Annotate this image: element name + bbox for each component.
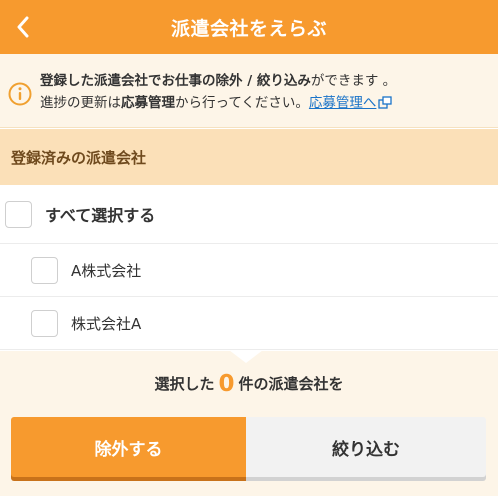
- notice-text-2: 進捗の更新は: [40, 95, 121, 111]
- exclude-button[interactable]: 除外する: [11, 417, 246, 477]
- summary-prefix: 選択した: [154, 375, 215, 393]
- list-item[interactable]: A株式会社: [0, 244, 498, 297]
- action-footer: 選択した 0 件の派遣会社を 除外する 絞り込む: [0, 350, 498, 496]
- selection-summary: 選択した 0 件の派遣会社を: [0, 371, 498, 397]
- info-icon: [8, 82, 32, 106]
- notice-line-1: 登録した派遣会社でお仕事の除外 / 絞り込みができます 。: [40, 70, 488, 92]
- selected-count: 0: [218, 371, 235, 397]
- company-checkbox[interactable]: [31, 309, 58, 337]
- summary-suffix: 件の派遣会社を: [238, 375, 344, 393]
- section-header: 登録済みの派遣会社: [0, 129, 498, 185]
- list-item[interactable]: 株式会社A: [0, 297, 498, 350]
- application-management-link[interactable]: 応募管理へ: [309, 95, 393, 111]
- company-label: A株式会社: [71, 261, 142, 280]
- notice-bold-1: 登録した派遣会社でお仕事の除外 / 絞り込み: [40, 73, 311, 89]
- chevron-left-icon: [17, 16, 29, 38]
- external-link-icon: [378, 96, 393, 109]
- notice-bold-2: 応募管理: [121, 95, 175, 111]
- select-all-row[interactable]: すべて選択する: [0, 185, 498, 244]
- back-button[interactable]: [6, 10, 40, 44]
- select-all-checkbox[interactable]: [5, 200, 32, 228]
- pointer-notch: [229, 350, 263, 363]
- app-header: 派遣会社をえらぶ: [0, 0, 498, 54]
- page-title: 派遣会社をえらぶ: [170, 17, 327, 40]
- notice-text-3: から行ってください。: [175, 95, 309, 111]
- notice-line-2: 進捗の更新は応募管理から行ってください。応募管理へ: [40, 92, 488, 114]
- company-checkbox[interactable]: [31, 256, 58, 284]
- notice-banner: 登録した派遣会社でお仕事の除外 / 絞り込みができます 。 進捗の更新は応募管理…: [0, 54, 498, 128]
- notice-text-1: ができます 。: [310, 73, 397, 89]
- narrow-down-button[interactable]: 絞り込む: [246, 417, 486, 477]
- link-label: 応募管理へ: [308, 95, 377, 111]
- select-all-label: すべて選択する: [45, 206, 156, 225]
- company-label: 株式会社A: [71, 314, 142, 333]
